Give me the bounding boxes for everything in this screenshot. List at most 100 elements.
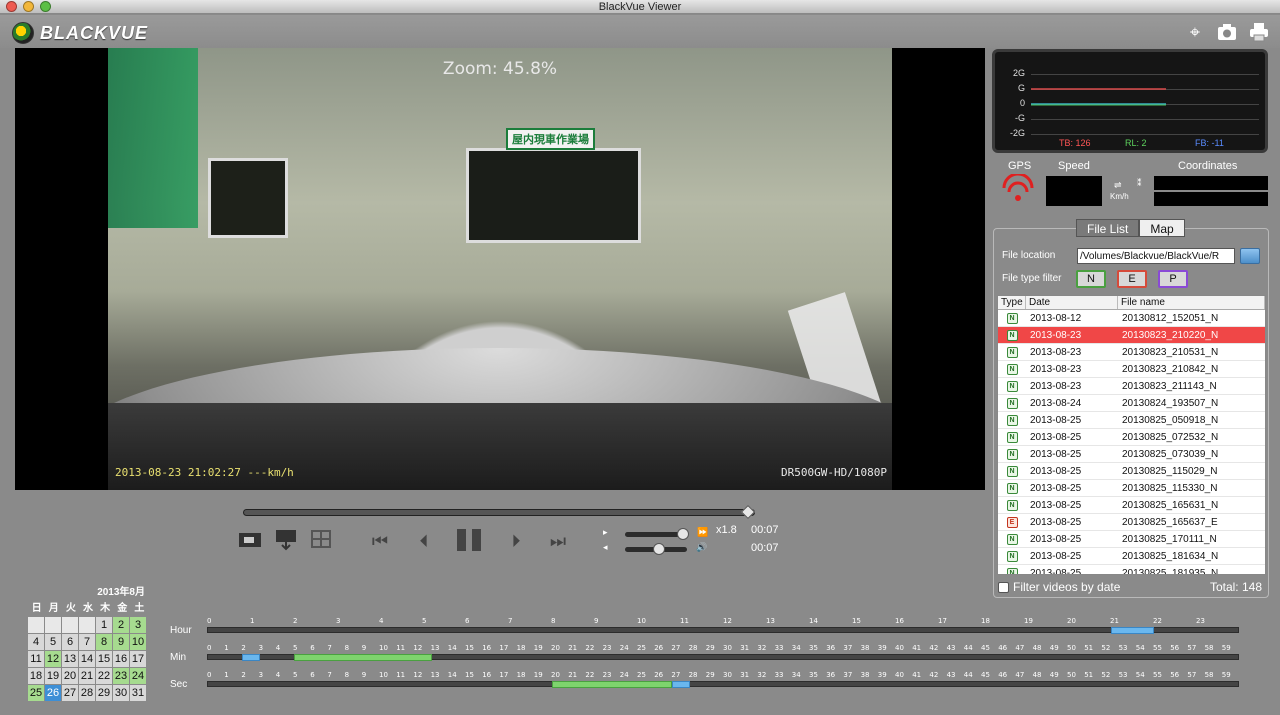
zoom-window-button[interactable] (40, 1, 51, 12)
filter-by-date[interactable]: Filter videos by date (998, 580, 1120, 594)
calendar-day[interactable]: 24 (130, 668, 146, 684)
column-type[interactable]: Type (998, 296, 1026, 309)
file-row[interactable]: N 2013-08-24 20130824_193507_N (998, 395, 1265, 412)
column-file-name[interactable]: File name (1118, 296, 1265, 309)
column-date[interactable]: Date (1026, 296, 1118, 309)
calendar-day[interactable]: 18 (28, 668, 44, 684)
seek-bar[interactable] (243, 504, 755, 520)
file-location-field[interactable]: /Volumes/Blackvue/BlackVue/R (1077, 248, 1235, 264)
second-timeline[interactable] (207, 681, 1239, 688)
file-row[interactable]: N 2013-08-25 20130825_050918_N (998, 412, 1265, 429)
calendar-day[interactable]: 15 (96, 651, 112, 667)
file-row[interactable]: N 2013-08-23 20130823_210531_N (998, 344, 1265, 361)
calendar-day[interactable]: 19 (45, 668, 61, 684)
file-row[interactable]: N 2013-08-25 20130825_115029_N (998, 463, 1265, 480)
slower-icon[interactable]: ▸ (603, 527, 608, 538)
printer-icon[interactable] (1248, 21, 1270, 43)
file-row[interactable]: N 2013-08-25 20130825_072532_N (998, 429, 1265, 446)
calendar-day[interactable]: 1 (96, 617, 112, 633)
snapshot-button[interactable] (238, 528, 264, 554)
file-date-cell: 2013-08-25 (1030, 432, 1082, 443)
calendar-day[interactable]: 29 (96, 685, 112, 701)
coordinate-format-icon[interactable]: ⁑ (1137, 178, 1142, 189)
layout-grid-button[interactable] (310, 528, 332, 554)
pause-button[interactable] (452, 528, 486, 554)
download-button[interactable] (274, 528, 298, 554)
filter-by-date-checkbox[interactable] (998, 581, 1009, 593)
calendar-day[interactable]: 14 (79, 651, 95, 667)
filter-parking-button[interactable]: P (1158, 270, 1188, 288)
folder-icon[interactable] (1240, 248, 1260, 264)
recording-segment[interactable] (1111, 627, 1154, 634)
calendar-day[interactable]: 5 (45, 634, 61, 650)
volume-slider[interactable] (625, 543, 687, 555)
calendar-day[interactable]: 26 (45, 685, 61, 701)
calendar-day[interactable]: 10 (130, 634, 146, 650)
recording-segment[interactable] (294, 654, 432, 661)
timeline-tick: 28 (688, 671, 698, 679)
calendar-day[interactable]: 2 (113, 617, 129, 633)
filter-normal-button[interactable]: N (1076, 270, 1106, 288)
calendar-day[interactable]: 20 (62, 668, 78, 684)
normal-file-icon: N (1006, 363, 1018, 375)
calendar-day[interactable]: 11 (28, 651, 44, 667)
close-window-button[interactable] (6, 1, 17, 12)
file-row[interactable]: N 2013-08-25 20130825_115330_N (998, 480, 1265, 497)
next-button[interactable]: ⏵ (506, 528, 526, 554)
file-row[interactable]: N 2013-08-25 20130825_073039_N (998, 446, 1265, 463)
file-row[interactable]: N 2013-08-25 20130825_181935_N (998, 565, 1265, 574)
crosshair-icon[interactable]: ⌖ (1184, 21, 1206, 43)
time-current: 00:07 (751, 524, 779, 536)
tab-map[interactable]: Map (1139, 219, 1185, 237)
calendar-day[interactable]: 25 (28, 685, 44, 701)
faster-icon[interactable]: ⏩ (697, 527, 708, 538)
timeline-tick: 17 (499, 644, 509, 652)
calendar-day[interactable]: 27 (62, 685, 78, 701)
file-row[interactable]: N 2013-08-25 20130825_181634_N (998, 548, 1265, 565)
minute-timeline[interactable] (207, 654, 1239, 661)
file-row[interactable]: N 2013-08-23 20130823_211143_N (998, 378, 1265, 395)
timeline-tick: 5 (422, 617, 427, 625)
calendar-day[interactable]: 28 (79, 685, 95, 701)
volume-slider-handle[interactable] (653, 543, 665, 555)
tab-file-list[interactable]: File List (1076, 219, 1140, 237)
calendar-day[interactable]: 3 (130, 617, 146, 633)
calendar-day[interactable]: 9 (113, 634, 129, 650)
minimize-window-button[interactable] (23, 1, 34, 12)
first-file-button[interactable]: ⏮ (366, 528, 394, 554)
camera-icon[interactable] (1216, 21, 1238, 43)
file-row[interactable]: N 2013-08-25 20130825_170111_N (998, 531, 1265, 548)
recording-segment[interactable] (242, 654, 260, 661)
previous-button[interactable]: ⏴ (414, 528, 434, 554)
calendar-day[interactable]: 7 (79, 634, 95, 650)
brand-name: BLACKVUE (40, 22, 149, 43)
calendar-day[interactable]: 22 (96, 668, 112, 684)
calendar-day[interactable]: 30 (113, 685, 129, 701)
file-row[interactable]: N 2013-08-12 20130812_152051_N (998, 310, 1265, 327)
file-table[interactable]: Type Date File name N 2013-08-12 20130812_… (997, 295, 1266, 575)
filter-event-button[interactable]: E (1117, 270, 1147, 288)
calendar-day[interactable]: 17 (130, 651, 146, 667)
calendar-day[interactable]: 8 (96, 634, 112, 650)
file-row[interactable]: N 2013-08-25 20130825_165631_N (998, 497, 1265, 514)
speed-slider[interactable] (625, 528, 689, 540)
calendar-day[interactable]: 6 (62, 634, 78, 650)
calendar-day[interactable]: 31 (130, 685, 146, 701)
video-player[interactable]: 屋内現車作業場 Zoom: 45.8% 2013-08-23 21:02:27 … (15, 48, 985, 490)
last-file-button[interactable]: ⏭ (544, 528, 572, 554)
seek-handle[interactable] (740, 504, 755, 520)
calendar-day[interactable]: 13 (62, 651, 78, 667)
file-row[interactable]: N 2013-08-23 20130823_210220_N (998, 327, 1265, 344)
hour-timeline[interactable] (207, 627, 1239, 634)
recording-segment[interactable] (672, 681, 690, 688)
calendar-day[interactable]: 12 (45, 651, 61, 667)
speed-slider-handle[interactable] (677, 528, 689, 540)
file-row[interactable]: E 2013-08-25 20130825_165637_E (998, 514, 1265, 531)
calendar-day[interactable]: 21 (79, 668, 95, 684)
file-row[interactable]: N 2013-08-23 20130823_210842_N (998, 361, 1265, 378)
calendar-day[interactable]: 23 (113, 668, 129, 684)
recording-segment[interactable] (552, 681, 673, 688)
calendar-day[interactable]: 4 (28, 634, 44, 650)
calendar-day[interactable]: 16 (113, 651, 129, 667)
swap-icon[interactable]: ⇌ (1114, 180, 1122, 191)
